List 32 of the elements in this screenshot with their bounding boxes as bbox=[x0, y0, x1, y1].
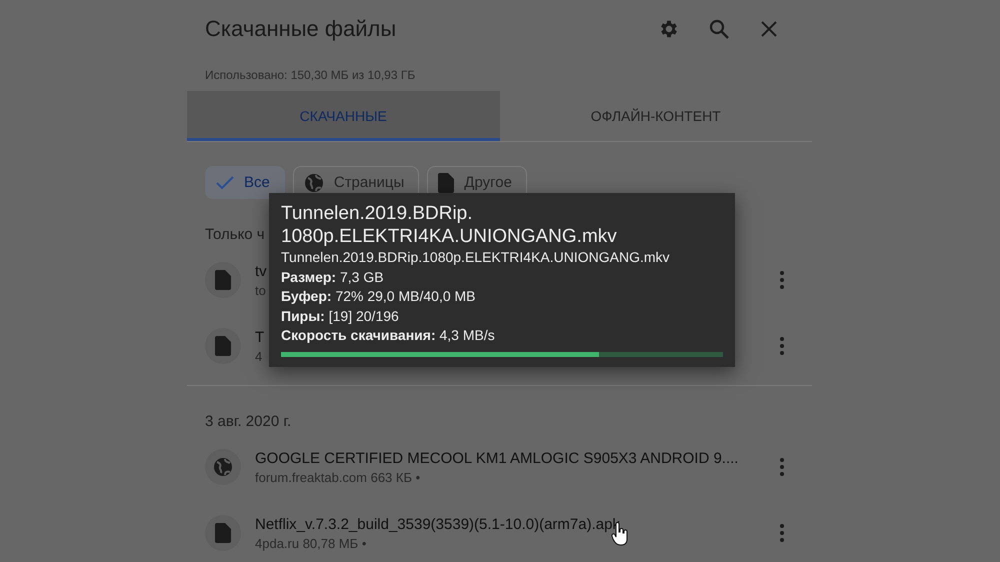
file-name: GOOGLE CERTIFIED MECOOL KM1 AMLOGIC S905X3 ANDROID 9.... bbox=[255, 450, 738, 466]
file-meta: to bbox=[255, 282, 266, 298]
storage-usage: Использовано: 150,30 МБ из 10,93 ГБ bbox=[205, 68, 416, 82]
globe-icon bbox=[304, 172, 324, 192]
tooltip-filename: Tunnelen.2019.BDRip.1080p.ELEKTRI4KA.UNIONGANG.mkv bbox=[281, 248, 670, 267]
window-title: Скачанные файлы bbox=[205, 16, 398, 42]
globe-icon bbox=[213, 457, 233, 477]
tooltip-title: Tunnelen.2019.BDRip. 1080p.ELEKTRI4KA.UNIONGANG.mkv bbox=[281, 202, 617, 248]
document-icon bbox=[215, 523, 231, 543]
section-heading: 3 авг. 2020 г. bbox=[205, 413, 292, 430]
check-icon bbox=[216, 176, 234, 190]
more-icon bbox=[780, 458, 784, 476]
file-name: Netflix_v.7.3.2_build_3539(3539)(5.1-10.0)(arm7a).apk bbox=[255, 516, 620, 532]
file-meta: 4pda.ru 80,78 МБ • bbox=[255, 536, 366, 550]
section-heading: Только ч bbox=[205, 226, 265, 243]
file-meta: 4 bbox=[255, 348, 262, 364]
file-name: tv bbox=[255, 262, 267, 280]
more-icon bbox=[780, 337, 784, 355]
filter-chip[interactable]: Все bbox=[205, 166, 285, 199]
tab[interactable]: СКАЧАННЫЕ bbox=[187, 91, 500, 141]
file-meta: forum.freaktab.com 663 КБ • bbox=[255, 470, 420, 484]
more-icon bbox=[780, 524, 784, 542]
document-icon bbox=[438, 172, 454, 192]
tooltip-line: Пиры: [19] 20/196 bbox=[281, 306, 399, 326]
tab[interactable]: ОФЛАЙН-КОНТЕНТ bbox=[500, 91, 812, 141]
tooltip-line: Скорость скачивания: 4,3 MB/s bbox=[281, 326, 495, 345]
document-icon bbox=[215, 270, 231, 290]
more-icon bbox=[780, 271, 784, 289]
tooltip-line: Буфер: 72% 29,0 MB/40,0 MB bbox=[281, 287, 476, 306]
tooltip-line: Размер: 7,3 GB bbox=[281, 268, 384, 287]
document-icon bbox=[215, 336, 231, 356]
file-name: T bbox=[255, 328, 264, 346]
